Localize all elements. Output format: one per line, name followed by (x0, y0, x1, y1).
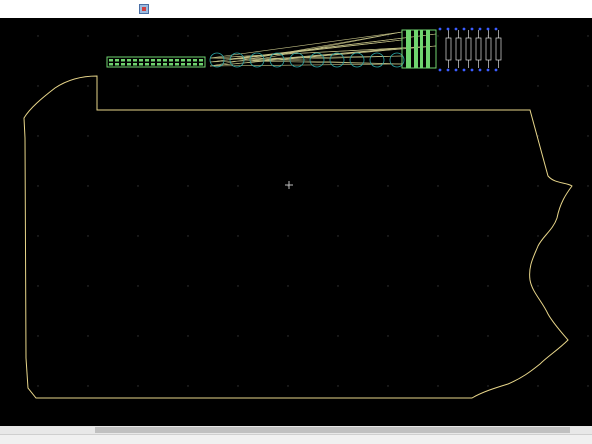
pad (187, 59, 191, 62)
pad (199, 59, 203, 62)
grid (37, 35, 589, 387)
pad (193, 59, 197, 62)
pad (187, 63, 191, 66)
pin-dot (486, 68, 490, 72)
pad (133, 63, 137, 66)
pin-dot (494, 27, 498, 31)
pad (175, 59, 179, 62)
board-outline (23, 75, 573, 399)
pad (163, 63, 167, 66)
pad (121, 63, 125, 66)
pad-row (106, 56, 206, 68)
pad (115, 59, 119, 62)
pad (157, 63, 161, 66)
cursor-crosshair (285, 181, 293, 189)
pin-dot (494, 68, 498, 72)
pad (175, 63, 179, 66)
pad (145, 63, 149, 66)
component-circle (369, 52, 385, 68)
pin-dot (438, 68, 442, 72)
pin-dot (470, 68, 474, 72)
scrollbar-thumb[interactable] (95, 427, 570, 433)
pin-dot (446, 68, 450, 72)
top-toolbar (0, 0, 592, 18)
pad (169, 63, 173, 66)
pad (139, 59, 143, 62)
pin-dot (438, 27, 442, 31)
app-icon[interactable] (139, 4, 149, 14)
resistor-body (485, 37, 492, 61)
pcb-canvas[interactable] (0, 18, 592, 426)
resistor-body (465, 37, 472, 61)
resistor-body (445, 37, 452, 61)
pad (109, 59, 113, 62)
connector-block (401, 27, 502, 72)
pad (115, 63, 119, 66)
pad (109, 63, 113, 66)
pad (181, 63, 185, 66)
pin-dot (470, 27, 474, 31)
pad (151, 63, 155, 66)
pad (169, 59, 173, 62)
pin-dot (454, 27, 458, 31)
pad (151, 59, 155, 62)
pad (127, 59, 131, 62)
pin-dot (462, 68, 466, 72)
pin-dot (462, 27, 466, 31)
pin-dot (454, 68, 458, 72)
pad (133, 59, 137, 62)
pad (127, 63, 131, 66)
pad (199, 63, 203, 66)
pin-dot (478, 68, 482, 72)
component-circle (229, 52, 245, 68)
horizontal-scrollbar[interactable] (0, 426, 592, 434)
resistor-body (495, 37, 502, 61)
pin-dot (486, 27, 490, 31)
pad (139, 63, 143, 66)
pad (163, 59, 167, 62)
pad (157, 59, 161, 62)
pin-dot (446, 27, 450, 31)
pin-dot (478, 27, 482, 31)
pad (193, 63, 197, 66)
status-bar (0, 434, 592, 444)
board-drawing (23, 27, 589, 399)
pad (181, 59, 185, 62)
resistor-body (455, 37, 462, 61)
pad (121, 59, 125, 62)
pad (145, 59, 149, 62)
resistor-body (475, 37, 482, 61)
component-circle (349, 52, 365, 68)
